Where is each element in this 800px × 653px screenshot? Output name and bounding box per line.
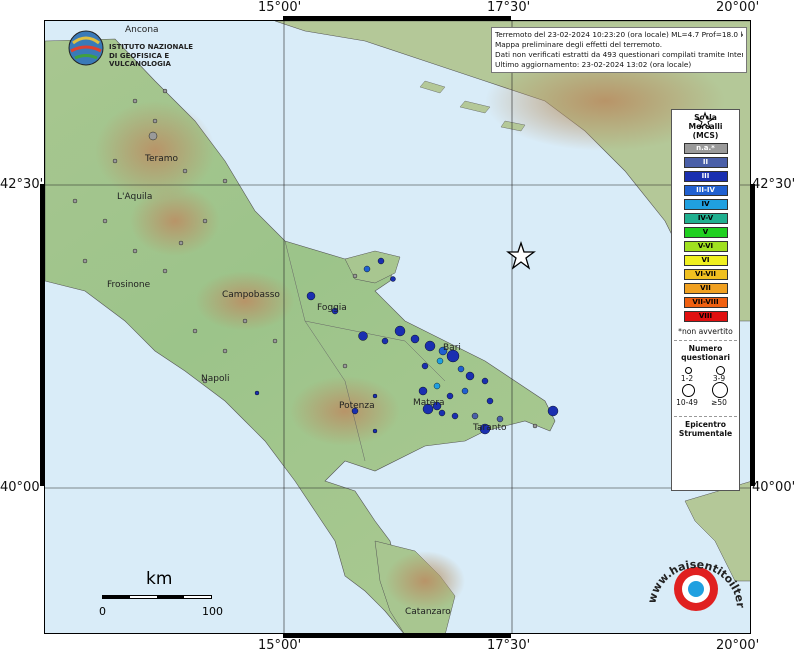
ingv-line-2: DI GEOFISICA E VULCANOLOGIA xyxy=(109,52,171,68)
size-label-10-49: 10-49 xyxy=(676,398,698,407)
ingv-line-1: ISTITUTO NAZIONALE xyxy=(109,43,194,51)
globe-icon xyxy=(68,30,104,66)
scale-min: 0 xyxy=(99,605,106,618)
lat-label-left-40: 40°00' xyxy=(0,480,44,495)
info-line-4: Ultimo aggiornamento: 23-02-2024 13:02 (… xyxy=(495,60,692,69)
legend-swatch: VIII xyxy=(683,311,728,322)
city-foggia: Foggia xyxy=(317,303,347,313)
legend-title-line-3: (MCS) xyxy=(692,131,719,140)
legend-swatch: VII xyxy=(683,283,728,294)
legend-star-icon xyxy=(695,111,715,130)
legend-note: *non avvertito xyxy=(678,327,733,336)
size-legend: 1-2 3-9 10-49 ≥50 xyxy=(672,362,739,412)
legend-swatch: III-IV xyxy=(683,185,728,196)
legend-swatch: II xyxy=(683,157,728,168)
city-matera: Matera xyxy=(413,398,445,408)
legend-swatch: n.a.* xyxy=(683,143,728,154)
lon-label-bottom-15: 15°00' xyxy=(258,638,302,653)
city-napoli: Napoli xyxy=(201,374,230,384)
legend-swatch: V-VI xyxy=(683,241,728,252)
legend-swatch: IV xyxy=(683,199,728,210)
info-line-2: Mappa preliminare degli effetti del terr… xyxy=(495,40,663,49)
count-title-line-2: questionari xyxy=(681,353,730,362)
scale-max: 100 xyxy=(202,605,223,618)
city-campobasso: Campobasso xyxy=(222,290,280,300)
lat-label-right-42-30: 42°30' xyxy=(752,177,796,192)
legend-swatches: n.a.* II III III-IV IV IV-V V V-VI VI VI-VII VII VI… xyxy=(672,143,739,322)
legend-swatch: VI-VII xyxy=(683,269,728,280)
size-label-1-2: 1-2 xyxy=(680,374,694,383)
city-bari: Bari xyxy=(443,343,461,353)
epicenter-title-line-1: Epicentro xyxy=(685,420,726,429)
lat-label-left-42-30: 42°30' xyxy=(0,177,44,192)
count-title: Numero questionari xyxy=(672,344,739,362)
epicenter-title: Epicentro Strumentale xyxy=(672,420,739,438)
info-line-1: Terremoto del 23-02-2024 10:23:20 (ora l… xyxy=(495,30,743,39)
city-taranto: Taranto xyxy=(473,423,507,433)
size-label-50: ≥50 xyxy=(711,398,727,407)
legend-swatch: VI xyxy=(683,255,728,266)
mcs-legend: Scala Mercalli (MCS) n.a.*IIIIIIII-IVIVI… xyxy=(671,109,740,491)
legend-swatch: VII-VIII xyxy=(683,297,728,308)
map-canvas[interactable]: Ancona Teramo L'Aquila Frosinone Campoba… xyxy=(44,20,751,634)
lon-label-bottom-17-30: 17°30' xyxy=(487,638,531,653)
count-title-line-1: Numero xyxy=(688,344,723,353)
ingv-logo: ISTITUTO NAZIONALE DI GEOFISICA E VULCAN… xyxy=(67,29,207,73)
scale-unit: km xyxy=(146,569,173,589)
city-teramo: Teramo xyxy=(145,154,178,164)
info-box: Terremoto del 23-02-2024 10:23:20 (ora l… xyxy=(491,27,747,73)
scale-bar: km 0 100 xyxy=(99,565,242,625)
legend-swatch: IV-V xyxy=(683,213,728,224)
info-line-3: Dati non verificati estratti da 493 ques… xyxy=(495,50,743,59)
legend-swatch: III xyxy=(683,171,728,182)
lon-label-top-20: 20°00' xyxy=(716,0,760,15)
city-catanzaro: Catanzaro xyxy=(405,607,451,617)
lon-label-top-15: 15°00' xyxy=(258,0,302,15)
lon-label-top-17-30: 17°30' xyxy=(487,0,531,15)
city-frosinone: Frosinone xyxy=(107,280,151,290)
lat-label-right-40: 40°00' xyxy=(752,480,796,495)
epicenter-title-line-2: Strumentale xyxy=(678,429,733,438)
legend-swatch: V xyxy=(683,227,728,238)
haisentito-badge-icon: www.haisentitoilterremoto.it xyxy=(641,539,747,611)
city-laquila: L'Aquila xyxy=(117,192,153,202)
lon-label-bottom-20: 20°00' xyxy=(716,638,760,653)
haisentito-logo: www.haisentitoilterremoto.it xyxy=(641,539,750,629)
city-potenza: Potenza xyxy=(339,401,375,411)
